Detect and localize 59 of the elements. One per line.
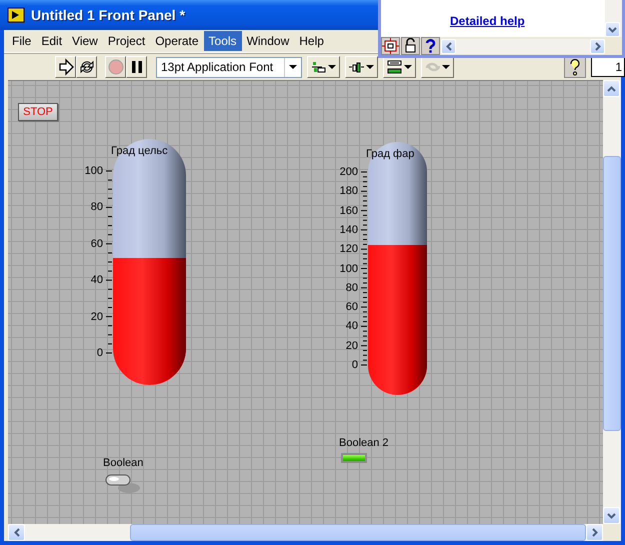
switch-label: Boolean (103, 457, 144, 469)
run-arrow-icon (56, 58, 74, 76)
app-icon (7, 7, 25, 23)
menu-item[interactable]: View (67, 31, 103, 51)
vertical-scrollbar[interactable] (603, 80, 621, 524)
scale-label: 180 (338, 184, 358, 198)
horizontal-scrollbar[interactable] (8, 524, 603, 541)
menu-item[interactable]: Help (294, 31, 329, 51)
context-help-button[interactable] (564, 56, 586, 78)
resize-objects-button[interactable] (383, 56, 416, 78)
scale-label: 0 (96, 346, 103, 360)
caret-icon (442, 64, 450, 70)
scale-label: 100 (84, 164, 103, 178)
align-objects-button[interactable] (307, 56, 340, 78)
scale-label: 0 (350, 358, 358, 372)
circular-arrows-button[interactable] (76, 56, 97, 78)
distribute-objects-icon (349, 60, 364, 74)
resize-objects-icon (387, 60, 402, 74)
menu-item[interactable]: Tools (204, 31, 242, 51)
reorder-icon (425, 60, 440, 74)
scale-label: 100 (338, 262, 358, 276)
scale-label: 200 (338, 165, 358, 179)
scale-label: 140 (338, 222, 358, 237)
scale-label: 60 (90, 236, 103, 251)
menu-item[interactable]: File (7, 31, 36, 51)
scale-label: 40 (344, 319, 358, 334)
toggle-switch[interactable] (105, 473, 141, 495)
window-title: Untitled 1 Front Panel * (31, 7, 186, 23)
scale-label: 20 (90, 310, 103, 324)
vi-block-icon[interactable] (381, 37, 400, 55)
align-objects-icon (311, 60, 326, 74)
menu-item[interactable]: Operate (150, 31, 204, 51)
question-mark-icon (568, 58, 582, 76)
distribute-objects-button[interactable] (345, 56, 378, 78)
led-label: Boolean 2 (339, 437, 389, 449)
thermometer-label: Град цельс (111, 145, 168, 157)
scale-label: 120 (338, 242, 358, 256)
caret-icon (289, 64, 297, 70)
scale-label: 160 (338, 204, 358, 218)
menu-item[interactable]: Window (242, 31, 294, 51)
scale-label: 20 (344, 338, 358, 353)
help-question-icon[interactable] (421, 37, 440, 55)
number-field[interactable]: 1 (591, 57, 625, 77)
scale-label: 40 (90, 273, 103, 288)
stop-sign-icon (106, 58, 124, 76)
menu-item[interactable]: Project (102, 31, 150, 51)
pause-button[interactable] (126, 56, 147, 78)
thermometer-label: Град фар (366, 148, 414, 160)
caret-icon (328, 64, 336, 70)
scale-label: 60 (344, 300, 358, 314)
font-dropdown[interactable]: 13pt Application Font (156, 56, 302, 78)
circular-arrows-icon (78, 58, 96, 76)
scale-label: 80 (90, 200, 103, 214)
caret-icon (404, 64, 412, 70)
lock-icon[interactable] (401, 37, 420, 55)
menu-item[interactable]: Edit (36, 31, 68, 51)
scale-label: 80 (344, 280, 358, 295)
caret-icon (366, 64, 374, 70)
run-arrow-button[interactable] (55, 56, 76, 78)
